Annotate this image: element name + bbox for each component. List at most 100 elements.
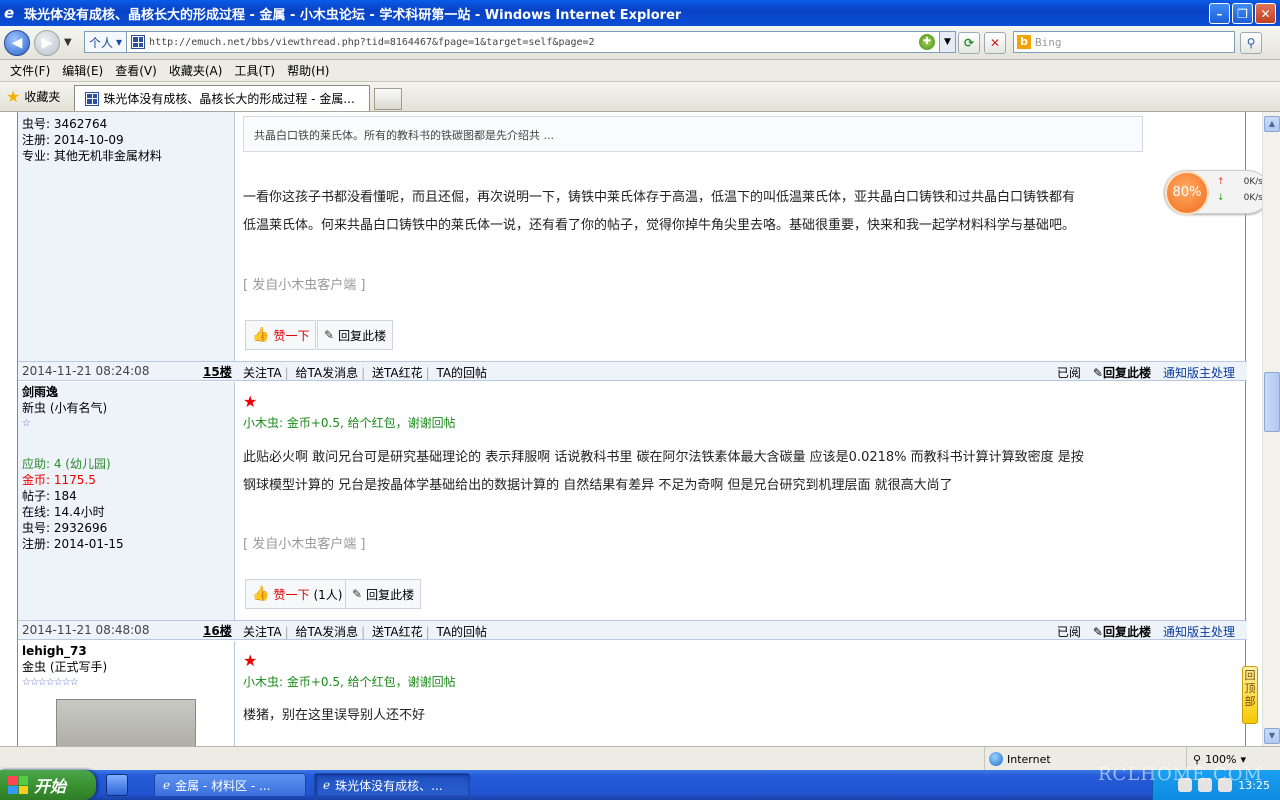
menu-view[interactable]: 查看(V) bbox=[109, 62, 163, 79]
floor-link[interactable]: 15楼 bbox=[203, 363, 232, 380]
rank-stars-icon: ☆☆☆☆☆☆☆ bbox=[22, 677, 79, 688]
message-link[interactable]: 给TA发消息 bbox=[292, 366, 361, 380]
zone-label: Internet bbox=[1007, 752, 1051, 766]
post-time: 2014-11-21 08:24:08 bbox=[22, 364, 150, 378]
vertical-scrollbar[interactable]: ▲ ▼ bbox=[1262, 112, 1280, 746]
menu-file[interactable]: 文件(F) bbox=[4, 62, 56, 79]
forward-button[interactable]: ▶ bbox=[34, 29, 60, 56]
search-input[interactable]: Bing bbox=[1035, 36, 1062, 49]
author-panel: lehigh_73 金虫 (正式写手) ☆☆☆☆☆☆☆ bbox=[18, 641, 235, 746]
post-text-line: 一看你这孩子书都没看懂呢，而且还倔，再次说明一下，铸铁中莱氏体存于高温，低温下的… bbox=[243, 190, 1076, 205]
flower-link[interactable]: 送TA红花 bbox=[369, 366, 426, 380]
address-dropdown-icon[interactable]: ▼ bbox=[939, 32, 955, 52]
quote-block: 共晶白口铁的莱氏体。所有的教科书的铁碳图都是先介绍共 ... bbox=[243, 116, 1143, 152]
network-speed-widget[interactable]: 80% ↑ ↓ 0K/s 0K/s bbox=[1164, 170, 1262, 215]
reward-note: 小木虫: 金币+0.5, 给个红包，谢谢回帖 bbox=[243, 675, 456, 689]
post-text-line: 此贴必火啊 敢问兄台可是研究基础理论的 表示拜服啊 话说教科书里 碳在阿尔法铁素… bbox=[243, 450, 1084, 465]
author-panel: 虫号: 3462764 注册: 2014-10-09 专业: 其他无机非金属材料 bbox=[18, 112, 235, 361]
bing-logo-icon: b bbox=[1017, 35, 1031, 49]
client-source: [ 发自小木虫客户端 ] bbox=[243, 537, 366, 552]
edit-icon: ✎ bbox=[1092, 625, 1103, 639]
task-label: 金属 - 材料区 - ... bbox=[175, 778, 271, 793]
follow-link[interactable]: 关注TA bbox=[240, 625, 285, 639]
download-rate: 0K/s bbox=[1243, 193, 1262, 203]
download-arrow-icon: ↓ bbox=[1217, 193, 1225, 203]
author-uid: 虫号: 3462764 bbox=[22, 117, 108, 131]
user-posts-link[interactable]: TA的回帖 bbox=[433, 625, 490, 639]
page-content[interactable]: 虫号: 3462764 注册: 2014-10-09 专业: 其他无机非金属材料… bbox=[0, 112, 1262, 746]
reward-note: 小木虫: 金币+0.5, 给个红包，谢谢回帖 bbox=[243, 416, 456, 430]
maximize-button[interactable]: ❐ bbox=[1232, 3, 1253, 24]
favorites-star-icon[interactable]: ★ bbox=[6, 87, 20, 106]
taskbar-item-thread[interactable]: ℯ 珠光体没有成核、... bbox=[314, 773, 470, 797]
back-button[interactable]: ◀ bbox=[4, 29, 30, 56]
reply-floor-label: 回复此楼 bbox=[1102, 366, 1151, 380]
author-online: 在线: 14.4小时 bbox=[22, 505, 105, 519]
ie-logo-icon: ℯ bbox=[323, 778, 331, 792]
user-posts-link[interactable]: TA的回帖 bbox=[433, 366, 490, 380]
minimize-button[interactable]: – bbox=[1209, 3, 1230, 24]
follow-link[interactable]: 关注TA bbox=[240, 366, 285, 380]
menu-tools[interactable]: 工具(T) bbox=[228, 62, 281, 79]
scroll-up-icon[interactable]: ▲ bbox=[1264, 116, 1280, 132]
ie-logo-icon: e bbox=[4, 4, 15, 22]
favorites-bar: ★ 收藏夹 珠光体没有成核、晶核长大的形成过程 - 金属... bbox=[0, 82, 1280, 112]
new-tab-button[interactable] bbox=[374, 88, 403, 110]
upload-arrow-icon: ↑ bbox=[1217, 177, 1225, 187]
stop-button[interactable]: ✕ bbox=[984, 32, 1006, 54]
scroll-thumb[interactable] bbox=[1264, 372, 1280, 432]
close-button[interactable]: ✕ bbox=[1255, 3, 1276, 24]
reply-label: 回复此楼 bbox=[338, 328, 387, 343]
author-uid: 虫号: 2932696 bbox=[22, 521, 108, 535]
author-rank: 金虫 (正式写手) bbox=[22, 660, 108, 674]
window-title: 珠光体没有成核、晶核长大的形成过程 - 金属 - 小木虫论坛 - 学术科研第一站… bbox=[24, 7, 682, 23]
edit-icon: ✎ bbox=[1092, 366, 1103, 380]
floor-link[interactable]: 16楼 bbox=[203, 622, 232, 639]
thumbs-up-icon: 👍 bbox=[252, 586, 270, 602]
refresh-button[interactable]: ⟳ bbox=[958, 32, 980, 54]
compat-view-icon[interactable]: ✚ bbox=[919, 34, 935, 50]
address-box[interactable]: 个人 ▾ http://emuch.net/bbs/viewthread.php?… bbox=[84, 31, 956, 53]
search-box[interactable]: b Bing bbox=[1013, 31, 1235, 53]
like-label: 赞一下 bbox=[273, 587, 310, 602]
like-button[interactable]: 👍 赞一下 (1人) bbox=[245, 579, 350, 609]
history-dropdown-icon[interactable]: ▼ bbox=[64, 37, 72, 48]
taskbar-item-metal[interactable]: ℯ 金属 - 材料区 - ... bbox=[154, 773, 306, 797]
report-link[interactable]: 通知版主处理 bbox=[1163, 364, 1235, 381]
reply-floor-button[interactable]: ✎ 回复此楼 bbox=[345, 579, 422, 609]
thread-frame: 虫号: 3462764 注册: 2014-10-09 专业: 其他无机非金属材料… bbox=[17, 112, 1247, 746]
menu-edit[interactable]: 编辑(E) bbox=[56, 62, 109, 79]
tab-favicon-icon bbox=[85, 91, 100, 106]
reply-floor-button[interactable]: ✎ 回复此楼 bbox=[317, 320, 394, 350]
read-link[interactable]: 已阅 bbox=[1057, 364, 1081, 381]
quicklaunch-icon[interactable] bbox=[106, 774, 128, 796]
author-register-date: 注册: 2014-01-15 bbox=[22, 537, 124, 551]
flower-link[interactable]: 送TA红花 bbox=[369, 625, 426, 639]
profile-selector[interactable]: 个人 ▾ bbox=[85, 32, 128, 52]
author-name[interactable]: 剑雨逸 bbox=[22, 384, 230, 400]
like-button[interactable]: 👍 赞一下 bbox=[245, 320, 317, 350]
menu-favorites[interactable]: 收藏夹(A) bbox=[163, 62, 229, 79]
start-button[interactable]: 开始 bbox=[0, 770, 96, 800]
search-button[interactable]: ⚲ bbox=[1240, 32, 1262, 54]
address-input[interactable]: http://emuch.net/bbs/viewthread.php?tid=… bbox=[149, 37, 919, 48]
tab-current[interactable]: 珠光体没有成核、晶核长大的形成过程 - 金属... bbox=[74, 85, 371, 111]
report-link[interactable]: 通知版主处理 bbox=[1163, 623, 1235, 640]
reply-floor-link[interactable]: ✎回复此楼 bbox=[1093, 364, 1151, 381]
task-label: 珠光体没有成核、... bbox=[335, 778, 443, 793]
avatar[interactable] bbox=[56, 699, 196, 746]
scroll-down-icon[interactable]: ▼ bbox=[1264, 728, 1280, 744]
message-link[interactable]: 给TA发消息 bbox=[292, 625, 361, 639]
reply-floor-link[interactable]: ✎回复此楼 bbox=[1093, 623, 1151, 640]
author-name[interactable]: lehigh_73 bbox=[22, 643, 230, 659]
window-titlebar[interactable]: e 珠光体没有成核、晶核长大的形成过程 - 金属 - 小木虫论坛 - 学术科研第… bbox=[0, 0, 1280, 26]
profile-label: 个人 bbox=[89, 35, 114, 50]
watermark: RCLHOME.COM bbox=[1098, 764, 1263, 785]
back-to-top-button[interactable]: 回顶部 bbox=[1242, 666, 1258, 724]
like-count: (1人) bbox=[313, 587, 343, 602]
edit-icon: ✎ bbox=[352, 587, 363, 601]
menu-help[interactable]: 帮助(H) bbox=[281, 62, 335, 79]
read-link[interactable]: 已阅 bbox=[1057, 623, 1081, 640]
favorites-button[interactable]: 收藏夹 bbox=[24, 88, 60, 105]
star-icon: ★ bbox=[243, 392, 258, 411]
